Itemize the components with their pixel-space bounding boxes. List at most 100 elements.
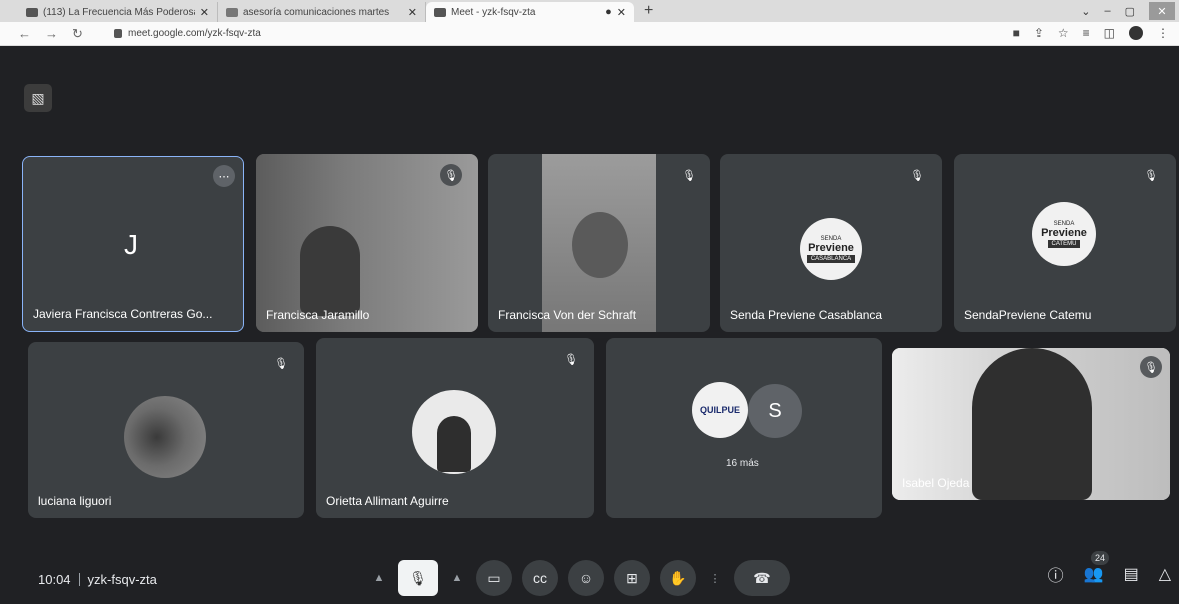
window-controls: ⌄ – ▢ ✕	[1081, 0, 1179, 22]
back-icon[interactable]: ←	[18, 26, 31, 42]
close-icon[interactable]: ✕	[200, 6, 209, 19]
meet-stage: ▧ J ⋯ Javiera Francisca Contreras Go... …	[0, 46, 1179, 604]
person-silhouette	[572, 212, 628, 278]
avatar-initial: S	[768, 399, 782, 422]
present-screen-button[interactable]: ⊞	[614, 560, 650, 596]
tab-search-icon[interactable]: ⌄	[1081, 5, 1090, 18]
companion-mode-icon[interactable]: ▧	[24, 84, 52, 112]
participant-name: Isabel Ojeda	[902, 476, 970, 490]
url-field[interactable]: meet.google.com/yzk-fsqv-zta	[114, 28, 261, 39]
recording-dot-icon: ●	[605, 6, 612, 18]
logo-text: Previene	[1041, 226, 1087, 239]
activities-icon[interactable]: △	[1159, 564, 1171, 584]
address-bar: ← → ↻ meet.google.com/yzk-fsqv-zta ■ ⇪ ☆…	[0, 22, 1179, 46]
tab-title: (113) La Frecuencia Más Poderosa	[43, 6, 195, 18]
new-tab-button[interactable]: +	[644, 2, 653, 22]
senda-logo: SENDA Previene CATEMU	[1032, 202, 1096, 266]
more-count-label: 16 más	[726, 458, 759, 469]
participant-count-badge: 24	[1090, 551, 1109, 565]
participant-name: SendaPreviene Catemu	[964, 308, 1092, 322]
participant-name: Francisca Von der Schraft	[498, 308, 637, 322]
participant-name: Senda Previene Casablanca	[730, 308, 883, 322]
browser-tab-youtube[interactable]: (113) La Frecuencia Más Poderosa ✕	[18, 2, 218, 22]
media-control-icon[interactable]: ≡	[1083, 26, 1090, 40]
meet-icon	[434, 7, 446, 17]
mic-off-icon: 🎙	[910, 169, 924, 182]
participant-tile[interactable]: 🎙 Isabel Ojeda	[892, 348, 1170, 500]
browser-tools: ■ ⇪ ☆ ≡ ◫ ⋮	[1013, 26, 1169, 40]
reload-icon[interactable]: ↻	[72, 26, 83, 42]
more-options-icon[interactable]: ⋮	[706, 560, 724, 596]
mic-off-icon: 🎙	[564, 353, 578, 366]
logo-text: QUILPUE	[699, 405, 740, 415]
logo-text: CASABLANCA	[806, 254, 856, 263]
participant-tile[interactable]: SENDA Previene CASABLANCA 🎙 Senda Previe…	[720, 154, 942, 332]
participant-tile[interactable]: 🎙 luciana liguori	[28, 342, 304, 518]
call-controls: ▲ 🎙 ▲ ▭ cc ☺ ⊞ ✋ ⋮ ☎	[370, 560, 790, 596]
avatar: S	[748, 384, 802, 438]
forward-icon[interactable]: →	[45, 26, 58, 42]
logo-text: Previene	[808, 241, 854, 254]
emoji-reaction-button[interactable]: ☺	[568, 560, 604, 596]
participant-name: Francisca Jaramillo	[266, 308, 370, 322]
person-silhouette	[437, 416, 471, 472]
minimize-button[interactable]: –	[1104, 5, 1110, 17]
nav-buttons: ← → ↻	[18, 26, 114, 42]
participant-tile[interactable]: J ⋯ Javiera Francisca Contreras Go...	[22, 156, 244, 332]
senda-logo: SENDA Previene CASABLANCA	[800, 218, 862, 280]
meeting-info: 10:04 yzk-fsqv-zta	[38, 572, 157, 587]
avatar	[124, 396, 206, 478]
share-icon[interactable]: ⇪	[1034, 26, 1044, 40]
mic-off-icon: 🎙	[440, 164, 462, 186]
camera-options-icon[interactable]: ▲	[448, 560, 466, 596]
maximize-button[interactable]: ▢	[1125, 5, 1135, 18]
leave-call-button[interactable]: ☎	[734, 560, 790, 596]
close-icon[interactable]: ✕	[408, 6, 417, 19]
browser-menu-icon[interactable]: ⋮	[1157, 26, 1169, 40]
clock-time: 10:04	[38, 572, 71, 587]
raise-hand-button[interactable]: ✋	[660, 560, 696, 596]
mic-off-icon: 🎙	[682, 169, 696, 182]
gmail-icon	[226, 7, 238, 17]
divider	[78, 573, 80, 586]
mic-off-icon: 🎙	[1140, 356, 1162, 378]
participant-tile[interactable]: SENDA Previene CATEMU 🎙 SendaPreviene Ca…	[954, 154, 1176, 332]
window-close-button[interactable]: ✕	[1149, 2, 1175, 20]
tab-title: asesoría comunicaciones martes	[243, 6, 390, 18]
app-window: (113) La Frecuencia Más Poderosa ✕ aseso…	[0, 0, 1179, 604]
chat-icon[interactable]: ▤	[1124, 564, 1139, 584]
avatar-initial: J	[124, 229, 138, 260]
captions-button[interactable]: cc	[522, 560, 558, 596]
logo-text: CATEMU	[1047, 239, 1081, 248]
profile-avatar[interactable]	[1129, 26, 1143, 40]
meeting-controls-bar: 10:04 yzk-fsqv-zta ▲ 🎙 ▲ ▭ cc ☺ ⊞ ✋ ⋮ ☎ …	[0, 551, 1179, 604]
meeting-details-icon[interactable]: ⓘ	[1048, 562, 1064, 586]
participant-tile[interactable]: 🎙 Orietta Allimant Aguirre	[316, 338, 594, 518]
mic-off-icon: 🎙	[1144, 169, 1158, 182]
people-icon[interactable]: 👥	[1084, 564, 1104, 584]
browser-tab-gmail[interactable]: asesoría comunicaciones martes ✕	[218, 2, 426, 22]
browser-tab-bar: (113) La Frecuencia Más Poderosa ✕ aseso…	[0, 0, 1179, 22]
mic-toggle-button[interactable]: 🎙	[398, 560, 438, 596]
quilpue-logo: QUILPUE	[692, 382, 748, 438]
tab-title: Meet - yzk-fsqv-zta	[451, 6, 536, 18]
browser-tab-meet[interactable]: Meet - yzk-fsqv-zta ● ✕	[426, 2, 634, 22]
participant-name: Orietta Allimant Aguirre	[326, 494, 449, 508]
mic-options-icon[interactable]: ▲	[370, 560, 388, 596]
more-participants-tile[interactable]: QUILPUE S 16 más	[606, 338, 882, 518]
participant-tile[interactable]: 🎙 Francisca Jaramillo	[256, 154, 478, 332]
url-text: meet.google.com/yzk-fsqv-zta	[128, 28, 261, 39]
side-panel-icon[interactable]: ◫	[1104, 26, 1115, 40]
more-options-icon[interactable]: ⋯	[213, 165, 235, 187]
side-controls: ⓘ 👥 ▤ △	[1048, 562, 1171, 586]
participant-name: luciana liguori	[38, 494, 112, 508]
mic-off-icon: 🎙	[274, 357, 288, 370]
youtube-icon	[26, 7, 38, 17]
avatar	[412, 390, 496, 474]
person-silhouette	[300, 226, 360, 316]
camera-indicator-icon[interactable]: ■	[1013, 26, 1020, 40]
participant-tile[interactable]: 🎙 Francisca Von der Schraft	[488, 154, 710, 332]
close-icon[interactable]: ✕	[617, 6, 626, 19]
camera-toggle-button[interactable]: ▭	[476, 560, 512, 596]
bookmark-star-icon[interactable]: ☆	[1058, 26, 1069, 40]
